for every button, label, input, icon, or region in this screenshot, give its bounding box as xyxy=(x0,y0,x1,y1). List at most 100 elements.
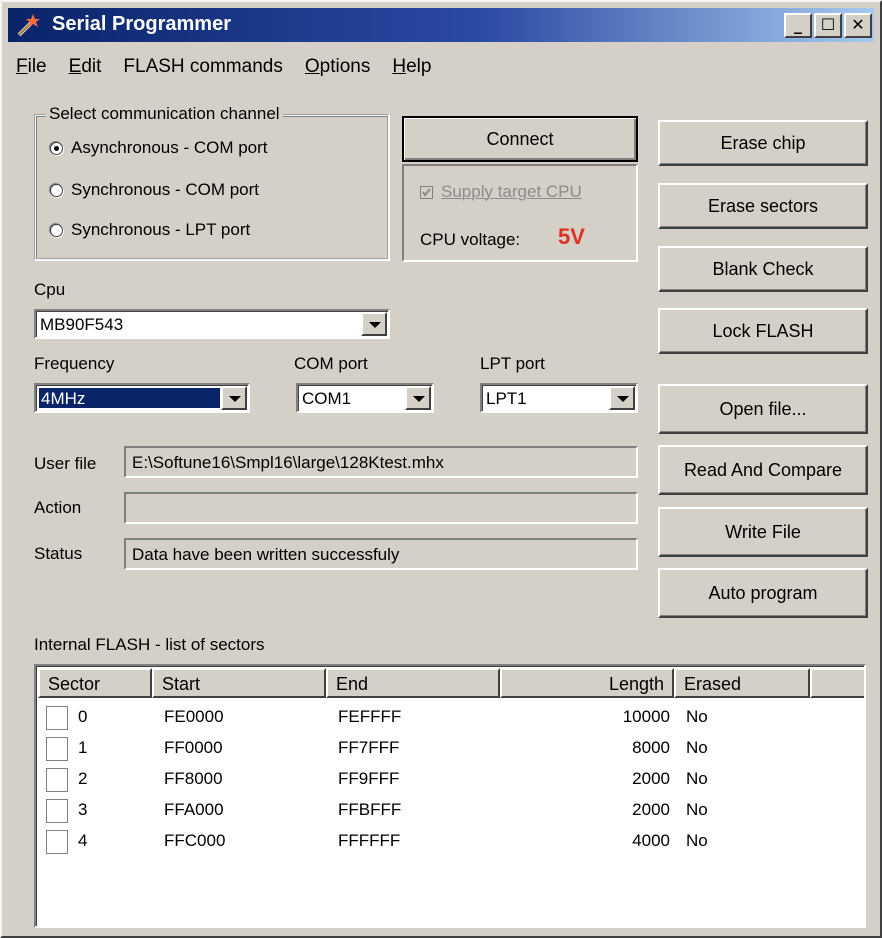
row-checkbox[interactable] xyxy=(46,706,68,730)
cell-erased: No xyxy=(686,707,708,726)
table-row[interactable]: 3 FFA000 FFBFFF 2000 No xyxy=(38,795,864,826)
sectors-header: Sector Start End Length Erased xyxy=(38,668,864,698)
row-checkbox[interactable] xyxy=(46,737,68,761)
close-icon: ✕ xyxy=(851,15,865,34)
blank-check-button[interactable]: Blank Check xyxy=(658,246,868,292)
close-button[interactable]: ✕ xyxy=(844,13,872,38)
radio-async-com[interactable]: Asynchronous - COM port xyxy=(50,138,268,158)
menu-options[interactable]: Options xyxy=(305,54,370,84)
radio-label: Asynchronous - COM port xyxy=(71,138,268,157)
lpt-port-select[interactable]: LPT1 xyxy=(480,383,638,413)
sectors-list[interactable]: Sector Start End Length Erased 0 FE0000 … xyxy=(34,664,866,928)
cell-end: FEFFFF xyxy=(338,707,402,726)
cell-start: FE0000 xyxy=(164,707,224,726)
menu-bar: File Edit FLASH commands Options Help xyxy=(16,54,431,84)
checkbox-checked-icon xyxy=(420,185,433,199)
table-row[interactable]: 0 FE0000 FEFFFF 10000 No xyxy=(38,702,864,733)
channel-groupbox: Select communication channel Asynchronou… xyxy=(34,104,389,260)
minimize-icon: _ xyxy=(794,15,802,34)
table-row[interactable]: 2 FF8000 FF9FFF 2000 No xyxy=(38,764,864,795)
col-header-blank xyxy=(810,668,864,698)
frequency-label: Frequency xyxy=(34,354,115,373)
action-label: Action xyxy=(34,498,82,517)
cell-erased: No xyxy=(686,769,708,788)
col-header-length[interactable]: Length xyxy=(500,668,674,698)
lock-flash-button[interactable]: Lock FLASH xyxy=(658,308,868,354)
frequency-value: 4MHz xyxy=(39,388,220,408)
cell-end: FFBFFF xyxy=(338,800,402,819)
radio-dot-selected xyxy=(50,141,63,155)
cell-start: FFC000 xyxy=(164,831,226,850)
cpu-voltage-value: 5V xyxy=(558,224,585,249)
title-bar[interactable]: Serial Programmer _ ☐ ✕ xyxy=(8,8,874,42)
sectors-caption: Internal FLASH - list of sectors xyxy=(34,635,265,654)
status-label: Status xyxy=(34,544,83,563)
cell-sector: 4 xyxy=(78,831,88,850)
auto-program-button[interactable]: Auto program xyxy=(658,568,868,618)
cell-length: 2000 xyxy=(632,769,670,788)
radio-sync-com[interactable]: Synchronous - COM port xyxy=(50,180,259,200)
lpt-port-label: LPT port xyxy=(480,354,545,373)
row-checkbox[interactable] xyxy=(46,830,68,854)
open-file-button[interactable]: Open file... xyxy=(658,384,868,434)
cpu-label: Cpu xyxy=(34,280,66,299)
menu-help[interactable]: Help xyxy=(392,54,431,84)
user-file-label: User file xyxy=(34,454,97,473)
maximize-button[interactable]: ☐ xyxy=(814,13,842,38)
menu-flash-commands[interactable]: FLASH commands xyxy=(123,54,282,84)
cell-erased: No xyxy=(686,738,708,757)
col-header-sector[interactable]: Sector xyxy=(38,668,152,698)
radio-sync-lpt[interactable]: Synchronous - LPT port xyxy=(50,220,250,240)
action-field xyxy=(124,492,638,524)
col-header-end[interactable]: End xyxy=(326,668,500,698)
serial-programmer-window: Serial Programmer _ ☐ ✕ File Edit FLASH … xyxy=(0,0,882,938)
write-file-button[interactable]: Write File xyxy=(658,507,868,557)
wand-icon xyxy=(17,14,40,37)
cell-sector: 2 xyxy=(78,769,88,788)
table-row[interactable]: 4 FFC000 FFFFFF 4000 No xyxy=(38,826,864,857)
cell-sector: 1 xyxy=(78,738,88,757)
cpu-select[interactable]: MB90F543 xyxy=(34,309,390,339)
chevron-down-icon[interactable] xyxy=(221,386,247,410)
menu-edit[interactable]: Edit xyxy=(69,54,102,84)
cell-length: 10000 xyxy=(622,707,670,726)
cell-length: 2000 xyxy=(632,800,670,819)
menu-file[interactable]: File xyxy=(16,54,47,84)
cell-end: FF9FFF xyxy=(338,769,400,788)
erase-sectors-button[interactable]: Erase sectors xyxy=(658,183,868,229)
cell-end: FF7FFF xyxy=(338,738,400,757)
chevron-down-icon[interactable] xyxy=(361,312,387,336)
cell-start: FFA000 xyxy=(164,800,224,819)
lpt-port-value: LPT1 xyxy=(486,389,527,408)
row-checkbox[interactable] xyxy=(46,768,68,792)
chevron-down-icon[interactable] xyxy=(405,386,431,410)
com-port-value: COM1 xyxy=(302,389,352,408)
cell-sector: 0 xyxy=(78,707,88,726)
radio-label: Synchronous - COM port xyxy=(71,180,260,199)
cell-length: 4000 xyxy=(632,831,670,850)
window-title: Serial Programmer xyxy=(52,13,231,35)
frequency-select[interactable]: 4MHz xyxy=(34,383,250,413)
radio-label: Synchronous - LPT port xyxy=(71,220,251,239)
radio-dot xyxy=(50,223,63,237)
channel-caption: Select communication channel xyxy=(46,104,283,124)
erase-chip-button[interactable]: Erase chip xyxy=(658,120,868,166)
col-header-erased[interactable]: Erased xyxy=(674,668,810,698)
com-port-label: COM port xyxy=(294,354,368,373)
col-header-start[interactable]: Start xyxy=(152,668,326,698)
maximize-icon: ☐ xyxy=(820,15,836,34)
chevron-down-icon[interactable] xyxy=(609,386,635,410)
minimize-button[interactable]: _ xyxy=(784,13,812,38)
cell-start: FF8000 xyxy=(164,769,223,788)
row-checkbox[interactable] xyxy=(46,799,68,823)
read-and-compare-button[interactable]: Read And Compare xyxy=(658,445,868,495)
cell-start: FF0000 xyxy=(164,738,223,757)
cell-erased: No xyxy=(686,800,708,819)
table-row[interactable]: 1 FF0000 FF7FFF 8000 No xyxy=(38,733,864,764)
supply-label: Supply target CPU xyxy=(441,182,582,201)
cpu-voltage-label: CPU voltage: xyxy=(420,230,521,249)
com-port-select[interactable]: COM1 xyxy=(296,383,434,413)
connect-button[interactable]: Connect xyxy=(402,116,638,162)
cell-erased: No xyxy=(686,831,708,850)
supply-target-checkbox[interactable]: Supply target CPU xyxy=(420,182,582,202)
